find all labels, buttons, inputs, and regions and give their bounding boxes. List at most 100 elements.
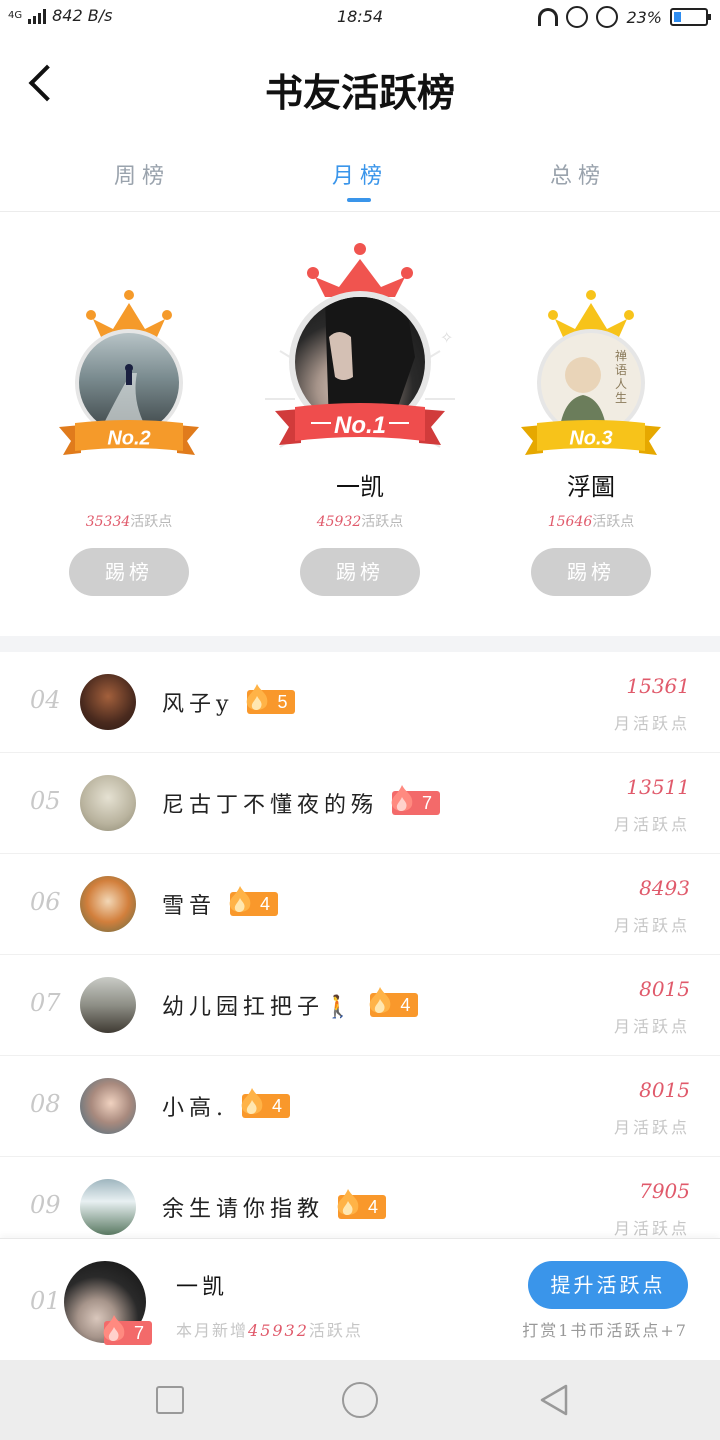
battery-percent: 23% — [626, 7, 662, 27]
podium-points: 15646活跃点 — [547, 514, 635, 530]
row-rank: 09 — [30, 1191, 61, 1219]
rank-ribbon: No.2 — [59, 419, 199, 459]
square-icon[interactable] — [156, 1386, 184, 1414]
kick-button[interactable]: 踢榜 — [69, 548, 189, 596]
flame-icon — [391, 785, 413, 811]
flame-icon — [241, 1088, 263, 1114]
podium-name: 浮圖 — [567, 473, 615, 501]
level-badge: 4 — [229, 886, 279, 916]
rank-list: 04 风子y 5 15361 月活跃点 05 尼古丁不懂夜的殇 7 13511 … — [0, 652, 720, 1258]
tab-weekly[interactable]: 周榜 — [72, 158, 212, 190]
level-badge: 7 — [391, 785, 441, 815]
row-points-label: 月活跃点 — [613, 1017, 690, 1036]
avatar[interactable] — [80, 1078, 136, 1134]
flame-icon — [103, 1315, 125, 1341]
tab-active-indicator — [347, 198, 371, 202]
avatar[interactable] — [80, 977, 136, 1033]
crown-icon — [307, 243, 413, 297]
row-points: 15361 — [626, 674, 690, 698]
triangle-back-icon[interactable] — [536, 1382, 572, 1418]
row-name-wrap: 小高. 4 — [162, 1088, 291, 1122]
row-points-label: 月活跃点 — [613, 1118, 690, 1137]
kick-button[interactable]: 踢榜 — [300, 548, 420, 596]
list-item[interactable]: 05 尼古丁不懂夜的殇 7 13511 月活跃点 — [0, 753, 720, 854]
headset-icon — [538, 8, 559, 26]
row-name: 尼古丁不懂夜的殇 — [162, 793, 379, 818]
status-bar: 4G 842 B/s 18:54 23% — [0, 0, 720, 36]
boost-note: 打赏1书币活跃点+7 — [522, 1321, 688, 1340]
row-name-wrap: 尼古丁不懂夜的殇 7 — [162, 785, 441, 819]
list-item[interactable]: 06 雪音 4 8493 月活跃点 — [0, 854, 720, 955]
row-points: 8493 — [639, 876, 690, 900]
app-screen: 4G 842 B/s 18:54 23% 书友活跃榜 周榜 月榜 总榜 No.2… — [0, 0, 720, 1440]
level-badge: 4 — [370, 987, 419, 1017]
row-name: 幼儿园扛把子🚶 — [162, 995, 357, 1020]
row-name-wrap: 风子y 5 — [162, 684, 296, 718]
rank-label: No.2 — [107, 427, 151, 450]
row-name-wrap: 余生请你指教 4 — [162, 1189, 387, 1223]
podium-third: 禅语人生 No.3 浮圖 15646活跃点 踢榜 — [516, 283, 666, 613]
circle-icon[interactable] — [342, 1382, 378, 1418]
tab-bar: 周榜 月榜 总榜 — [0, 150, 720, 212]
row-name-wrap: 雪音 4 — [162, 886, 279, 920]
avatar[interactable] — [80, 876, 136, 932]
level-badge: 5 — [247, 684, 296, 714]
podium-second: No.2 35334活跃点 踢榜 — [54, 283, 204, 613]
row-points-label: 月活跃点 — [613, 1219, 690, 1238]
battery-fill — [674, 12, 681, 22]
avatar[interactable] — [80, 674, 136, 730]
header: 书友活跃榜 — [0, 36, 720, 136]
row-rank: 06 — [30, 888, 61, 916]
row-rank: 08 — [30, 1090, 61, 1118]
tab-monthly[interactable]: 月榜 — [290, 158, 430, 190]
row-points-label: 月活跃点 — [613, 815, 690, 834]
row-name: 雪音 — [162, 894, 217, 919]
row-rank: 07 — [30, 989, 61, 1017]
podium-points: 35334活跃点 — [85, 514, 173, 530]
avatar[interactable] — [80, 775, 136, 831]
my-rank-bar: 01 7 一凯 本月新增45932活跃点 提升活跃点 打赏1书币活跃点+7 — [0, 1238, 720, 1360]
avatar[interactable]: 禅语人生 — [541, 333, 641, 433]
flame-icon — [370, 987, 391, 1013]
row-points: 13511 — [626, 775, 690, 799]
my-points-desc: 本月新增45932活跃点 — [176, 1321, 363, 1340]
flame-icon — [229, 886, 251, 912]
row-name: 风子y — [162, 692, 234, 717]
list-item[interactable]: 07 幼儿园扛把子🚶 4 8015 月活跃点 — [0, 955, 720, 1056]
status-right: 23% — [538, 6, 711, 28]
avatar[interactable] — [79, 333, 179, 433]
avatar-runner-image — [99, 364, 149, 433]
rank-ribbon: No.3 — [521, 419, 661, 459]
level-badge: 4 — [241, 1088, 291, 1118]
avatar-caption: 禅语人生 — [614, 349, 627, 405]
list-item[interactable]: 08 小高. 4 8015 月活跃点 — [0, 1056, 720, 1157]
my-level-badge: 7 — [103, 1315, 153, 1345]
boost-activity-button[interactable]: 提升活跃点 — [528, 1261, 688, 1309]
battery-icon — [670, 8, 711, 26]
flame-icon — [247, 684, 268, 710]
page-title: 书友活跃榜 — [264, 70, 455, 115]
flame-icon — [337, 1189, 359, 1215]
podium-name: 一凯 — [336, 473, 384, 501]
podium-points: 45932活跃点 — [316, 514, 404, 530]
row-points-label: 月活跃点 — [613, 714, 690, 733]
rank-label: No.1 — [333, 412, 386, 439]
lock-rotation-icon — [566, 6, 589, 28]
list-item[interactable]: 04 风子y 5 15361 月活跃点 — [0, 652, 720, 753]
my-name: 一凯 — [176, 1275, 229, 1300]
avatar[interactable] — [80, 1179, 136, 1235]
kick-button[interactable]: 踢榜 — [531, 548, 651, 596]
alarm-icon — [596, 6, 619, 28]
podium: No.2 35334活跃点 踢榜 ✧ No.1 一凯 45932活跃点 踢榜 禅… — [0, 213, 720, 636]
section-divider — [0, 636, 720, 652]
row-name: 小高. — [162, 1096, 228, 1121]
row-points: 8015 — [639, 1078, 690, 1102]
system-nav-bar — [0, 1360, 720, 1440]
row-rank: 05 — [30, 787, 61, 815]
row-rank: 04 — [30, 686, 61, 714]
tab-total[interactable]: 总榜 — [508, 158, 648, 190]
row-points: 7905 — [639, 1179, 690, 1203]
row-points-label: 月活跃点 — [613, 916, 690, 935]
svg-text:✧: ✧ — [440, 328, 453, 347]
podium-first: ✧ No.1 一凯 45932活跃点 踢榜 — [265, 235, 455, 615]
